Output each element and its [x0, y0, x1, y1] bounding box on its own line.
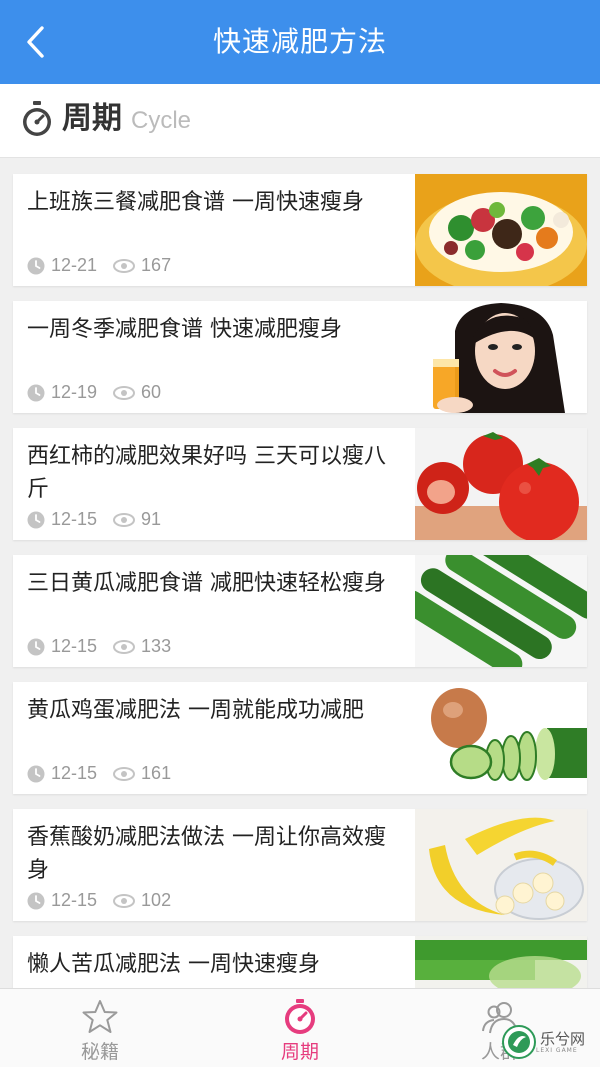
- article-meta: 12-15 102: [27, 890, 171, 911]
- article-view-count: 60: [141, 382, 162, 402]
- article-view-count: 102: [141, 890, 172, 910]
- stopwatch-icon: [285, 999, 315, 1034]
- eye-icon: [113, 385, 136, 400]
- article-views: 60: [113, 382, 161, 403]
- article-date: 12-15: [51, 509, 98, 529]
- article-meta: 12-15 161: [27, 763, 171, 784]
- cucumbers-image: [415, 555, 587, 667]
- tomatoes-image: [415, 428, 587, 540]
- article-card[interactable]: 香蕉酸奶减肥法做法 一周让你高效瘦身 12-15 102: [13, 809, 587, 921]
- article-view-count: 161: [141, 763, 172, 783]
- section-header: 周期 Cycle: [0, 84, 600, 158]
- article-card[interactable]: 黄瓜鸡蛋减肥法 一周就能成功减肥 12-15 161: [13, 682, 587, 794]
- article-date: 12-15: [51, 890, 98, 910]
- girl-orange-juice-image: [415, 301, 587, 413]
- clock-icon: [27, 765, 45, 782]
- watermark-logo: 乐兮网 LEXI GAME: [502, 1022, 600, 1062]
- eye-icon: [113, 639, 136, 654]
- article-views: 161: [113, 763, 171, 784]
- eye-icon: [113, 766, 136, 781]
- article-card[interactable]: 上班族三餐减肥食谱 一周快速瘦身 12-21 167: [13, 174, 587, 286]
- article-card[interactable]: 懒人苦瓜减肥法 一周快速瘦身: [13, 936, 587, 988]
- tab-cycle[interactable]: 周期: [200, 989, 400, 1067]
- article-view-count: 133: [141, 636, 172, 656]
- tab-secrets[interactable]: 秘籍: [0, 989, 200, 1067]
- article-views: 167: [113, 255, 171, 276]
- watermark-text: 乐兮网: [540, 1029, 586, 1048]
- article-title: 黄瓜鸡蛋减肥法 一周就能成功减肥: [27, 698, 364, 723]
- top-app-bar: 快速减肥方法: [0, 0, 600, 84]
- article-date: 12-19: [51, 382, 98, 402]
- article-meta: 12-21 167: [27, 255, 171, 276]
- section-subtitle: Cycle: [131, 107, 192, 134]
- bitter-melon-image: [415, 936, 587, 988]
- section-title: 周期: [62, 101, 122, 136]
- banana-yogurt-image: [415, 809, 587, 921]
- article-meta: 12-15 133: [27, 636, 171, 657]
- watermark-subtext: LEXI GAME: [536, 1046, 578, 1054]
- clock-icon: [27, 384, 45, 401]
- eye-icon: [113, 512, 136, 527]
- article-title: 一周冬季减肥食谱 快速减肥瘦身: [27, 317, 342, 342]
- article-card[interactable]: 西红柿的减肥效果好吗 三天可以瘦八斤 12-15 91: [13, 428, 587, 540]
- article-views: 91: [113, 509, 161, 530]
- salad-image: [415, 174, 587, 286]
- article-meta: 12-15 91: [27, 509, 161, 530]
- article-views: 133: [113, 636, 171, 657]
- star-icon: [82, 1000, 118, 1033]
- article-views: 102: [113, 890, 171, 911]
- article-card[interactable]: 一周冬季减肥食谱 快速减肥瘦身 12-19 60: [13, 301, 587, 413]
- stopwatch-icon: [23, 101, 51, 136]
- article-title: 上班族三餐减肥食谱 一周快速瘦身: [27, 190, 364, 215]
- page-title: 快速减肥方法: [212, 25, 387, 58]
- clock-icon: [27, 257, 45, 274]
- egg-cucumber-image: [415, 682, 587, 794]
- tab-label: 秘籍: [80, 1041, 119, 1063]
- clock-icon: [27, 892, 45, 909]
- article-card[interactable]: 三日黄瓜减肥食谱 减肥快速轻松瘦身 12-15 133: [13, 555, 587, 667]
- clock-icon: [27, 511, 45, 528]
- eye-icon: [113, 893, 136, 908]
- clock-icon: [27, 638, 45, 655]
- article-date: 12-15: [51, 763, 98, 783]
- article-title: 懒人苦瓜减肥法 一周快速瘦身: [27, 952, 320, 977]
- article-list[interactable]: 上班族三餐减肥食谱 一周快速瘦身 12-21 167 一周冬季减肥食谱 快速减肥…: [0, 158, 600, 988]
- tab-label: 周期: [280, 1041, 319, 1063]
- article-date: 12-15: [51, 636, 98, 656]
- article-view-count: 91: [141, 509, 162, 529]
- article-view-count: 167: [141, 255, 172, 275]
- article-title: 香蕉酸奶减肥法做法 一周让你高效瘦身: [27, 825, 386, 883]
- logo-icon: [502, 1025, 536, 1059]
- eye-icon: [113, 258, 136, 273]
- article-meta: 12-19 60: [27, 382, 161, 403]
- article-date: 12-21: [51, 255, 98, 275]
- article-title: 三日黄瓜减肥食谱 减肥快速轻松瘦身: [27, 571, 386, 596]
- article-title: 西红柿的减肥效果好吗 三天可以瘦八斤: [27, 444, 386, 502]
